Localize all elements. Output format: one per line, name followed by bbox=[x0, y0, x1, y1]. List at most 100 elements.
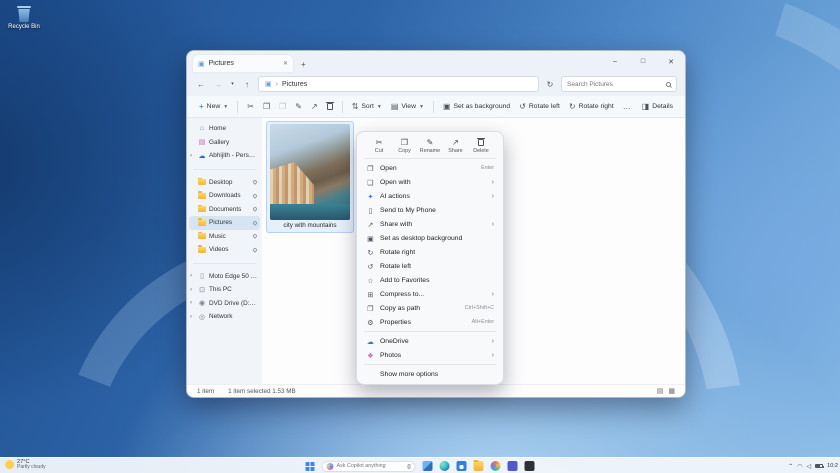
menu-item-properties[interactable]: ⚙ Properties Alt+Enter bbox=[360, 315, 500, 329]
menu-shortcut: Ctrl+Shift+C bbox=[465, 305, 494, 311]
menu-item-ai-actions[interactable]: ✦ AI actions › bbox=[360, 189, 500, 203]
photos-app-icon[interactable] bbox=[491, 461, 501, 471]
maximize-button[interactable]: □ bbox=[629, 51, 657, 72]
rotate-left-button[interactable]: ↺ Rotate left bbox=[515, 100, 564, 113]
menu-item-set-desktop-background[interactable]: ▣ Set as desktop background bbox=[360, 231, 500, 245]
sidebar-item-documents[interactable]: Documents bbox=[189, 203, 260, 217]
menu-item-rotate-right[interactable]: ↻ Rotate right bbox=[360, 245, 500, 259]
rename-button[interactable]: ✎ bbox=[291, 100, 306, 113]
minimize-button[interactable]: – bbox=[601, 51, 629, 72]
details-pane-icon: ◨ bbox=[642, 102, 650, 111]
sidebar-item-network[interactable]: › ◎ Network bbox=[189, 310, 260, 324]
back-icon[interactable]: ← bbox=[195, 80, 207, 89]
copilot-search-input[interactable] bbox=[337, 463, 405, 469]
menu-divider bbox=[364, 158, 496, 159]
menu-item-onedrive[interactable]: ☁ OneDrive › bbox=[360, 334, 500, 348]
share-button[interactable]: ↗ bbox=[307, 100, 322, 113]
menu-item-photos[interactable]: ❖ Photos › bbox=[360, 348, 500, 362]
breadcrumb-location[interactable]: Pictures bbox=[282, 81, 307, 88]
new-button[interactable]: + New ▼ bbox=[195, 100, 232, 113]
rename-button[interactable]: ✎ Rename bbox=[419, 138, 441, 154]
submenu-chevron-icon: › bbox=[492, 291, 494, 298]
taskbar-search[interactable] bbox=[322, 461, 416, 472]
sidebar-item-desktop[interactable]: Desktop bbox=[189, 176, 260, 190]
menu-item-add-to-favorites[interactable]: ☆ Add to Favorites bbox=[360, 273, 500, 287]
menu-item-send-to-phone[interactable]: ▯ Send to My Phone bbox=[360, 203, 500, 217]
rename-icon: ✎ bbox=[295, 102, 302, 111]
chevron-right-icon[interactable]: › bbox=[190, 300, 192, 306]
details-button[interactable]: ◨ Details bbox=[638, 100, 677, 113]
microphone-icon[interactable] bbox=[408, 464, 411, 469]
menu-item-show-more-options[interactable]: Show more options bbox=[360, 367, 500, 381]
chevron-right-icon[interactable]: › bbox=[190, 314, 192, 320]
sidebar-item-onedrive-personal[interactable]: › ☁ Abhijith - Personal bbox=[189, 149, 260, 163]
breadcrumb[interactable]: ▣ › Pictures bbox=[258, 76, 539, 92]
teams-icon[interactable] bbox=[508, 461, 518, 471]
large-thumbnails-toggle[interactable]: ▦ bbox=[668, 387, 675, 395]
recent-locations-icon[interactable]: ▾ bbox=[229, 81, 236, 87]
menu-item-share-with[interactable]: ↗ Share with › bbox=[360, 217, 500, 231]
sidebar-item-downloads[interactable]: Downloads bbox=[189, 189, 260, 203]
battery-icon[interactable] bbox=[815, 464, 823, 468]
sidebar-item-pictures[interactable]: Pictures bbox=[189, 216, 260, 230]
thumbnail-sea bbox=[270, 204, 350, 220]
forward-icon[interactable]: → bbox=[212, 80, 224, 89]
copy-button[interactable]: ❐ Copy bbox=[394, 138, 416, 154]
microsoft-store-icon[interactable] bbox=[457, 461, 467, 471]
sidebar-item-gallery[interactable]: ▤ Gallery bbox=[189, 136, 260, 150]
sidebar-item-videos[interactable]: Videos bbox=[189, 243, 260, 257]
refresh-icon[interactable]: ↻ bbox=[544, 80, 556, 89]
sidebar-item-music[interactable]: Music bbox=[189, 230, 260, 244]
sort-button[interactable]: ⇅ Sort ▼ bbox=[348, 100, 386, 113]
selected-file[interactable]: city with mountains bbox=[266, 121, 354, 233]
cut-button[interactable]: ✂ Cut bbox=[368, 138, 390, 154]
edge-browser-icon[interactable] bbox=[440, 461, 450, 471]
chevron-right-icon[interactable]: › bbox=[190, 287, 192, 293]
menu-item-compress-to[interactable]: ⊞ Compress to... › bbox=[360, 287, 500, 301]
hidden-icons-chevron[interactable]: ⌃ bbox=[788, 463, 793, 470]
sidebar-item-dvd-drive[interactable]: › ◉ DVD Drive (D:) CCC bbox=[189, 297, 260, 311]
menu-item-label: OneDrive bbox=[380, 338, 487, 345]
sidebar-item-this-pc[interactable]: › ⊡ This PC bbox=[189, 283, 260, 297]
close-button[interactable]: ✕ bbox=[657, 51, 685, 72]
task-view-button[interactable] bbox=[423, 461, 433, 471]
delete-button[interactable] bbox=[323, 101, 337, 112]
file-explorer-icon[interactable] bbox=[474, 461, 484, 471]
share-button[interactable]: ↗ Share bbox=[445, 138, 467, 154]
new-tab-button[interactable]: + bbox=[301, 60, 306, 72]
explorer-tab[interactable]: ▣ Pictures ✕ bbox=[193, 55, 293, 72]
set-background-button[interactable]: ▣ Set as background bbox=[439, 100, 514, 113]
cut-button[interactable]: ✂ bbox=[243, 100, 258, 113]
paste-button[interactable]: ❒ bbox=[275, 100, 290, 113]
details-view-toggle[interactable]: ▤ bbox=[657, 387, 664, 395]
more-options-button[interactable]: … bbox=[619, 100, 635, 113]
menu-item-copy-as-path[interactable]: ❐ Copy as path Ctrl+Shift+C bbox=[360, 301, 500, 315]
search-box[interactable] bbox=[561, 76, 677, 92]
menu-item-rotate-left[interactable]: ↺ Rotate left bbox=[360, 259, 500, 273]
delete-button[interactable]: Delete bbox=[470, 138, 492, 154]
recycle-bin[interactable]: Recycle Bin bbox=[4, 6, 44, 31]
tab-close-icon[interactable]: ✕ bbox=[283, 60, 288, 67]
volume-icon[interactable]: ◁ bbox=[806, 463, 811, 470]
search-input[interactable] bbox=[567, 81, 663, 88]
terminal-icon[interactable] bbox=[525, 461, 535, 471]
clock[interactable]: 10:2 bbox=[827, 463, 838, 469]
sidebar-item-phone[interactable]: › ▯ Moto Edge 50 Neo bbox=[189, 270, 260, 284]
folder-icon bbox=[198, 247, 206, 253]
chevron-right-icon[interactable]: › bbox=[190, 153, 192, 159]
rotate-right-button[interactable]: ↻ Rotate right bbox=[565, 100, 618, 113]
sidebar-divider bbox=[193, 169, 256, 170]
copy-button[interactable]: ❐ bbox=[259, 100, 274, 113]
view-button[interactable]: ▤ View ▼ bbox=[387, 100, 428, 113]
context-menu: ✂ Cut ❐ Copy ✎ Rename ↗ Share Delete ❐ bbox=[356, 131, 504, 385]
onedrive-cloud-icon: ☁ bbox=[198, 152, 206, 160]
up-icon[interactable]: ↑ bbox=[241, 80, 253, 89]
menu-item-open[interactable]: ❐ Open Enter bbox=[360, 161, 500, 175]
sidebar-item-home[interactable]: ⌂ Home bbox=[189, 122, 260, 136]
start-button[interactable] bbox=[306, 462, 315, 471]
menu-item-open-with[interactable]: ❏ Open with › bbox=[360, 175, 500, 189]
toolbar-divider bbox=[237, 101, 238, 113]
chevron-right-icon[interactable]: › bbox=[190, 273, 192, 279]
wifi-icon[interactable]: ◠ bbox=[797, 463, 802, 470]
weather-widget[interactable]: 27°C Partly cloudy bbox=[5, 459, 46, 471]
